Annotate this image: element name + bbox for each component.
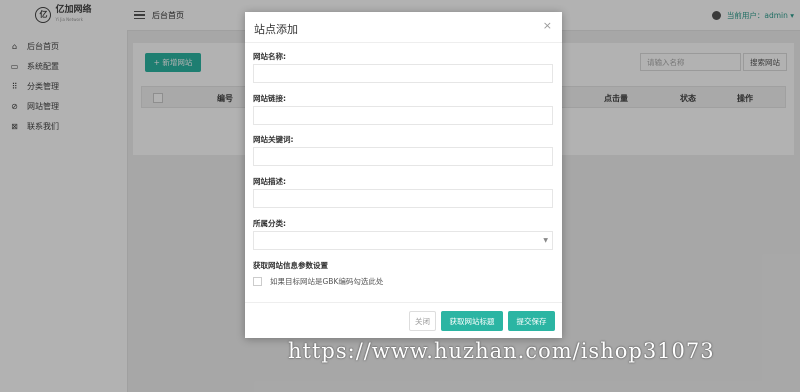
- category-label: 所属分类:: [253, 219, 286, 228]
- submit-save-button[interactable]: 提交保存: [508, 311, 555, 331]
- site-description-label: 网站描述:: [253, 177, 286, 186]
- gbk-checkbox[interactable]: [253, 277, 262, 286]
- gbk-option[interactable]: 如果目标网站是GBK编码勾选此处: [253, 276, 383, 287]
- modal-footer-divider: [245, 302, 562, 303]
- site-link-label: 网站链接:: [253, 94, 286, 103]
- category-select[interactable]: ▼: [253, 231, 553, 250]
- gbk-checkbox-label: 如果目标网站是GBK编码勾选此处: [270, 277, 384, 286]
- site-link-input[interactable]: [253, 106, 553, 125]
- caret-down-icon: ▼: [543, 237, 548, 244]
- site-description-input[interactable]: [253, 189, 553, 208]
- close-icon[interactable]: ×: [543, 19, 552, 32]
- add-site-modal: 站点添加 × 网站名称: 网站链接: 网站关键词: 网站描述: 所属分类: ▼ …: [245, 12, 562, 338]
- modal-title: 站点添加: [254, 23, 298, 36]
- watermark: https://www.huzhan.com/ishop31073: [288, 339, 715, 363]
- modal-header: 站点添加 ×: [245, 12, 562, 43]
- site-name-label: 网站名称:: [253, 52, 286, 61]
- close-button[interactable]: 关闭: [409, 311, 436, 331]
- site-keywords-input[interactable]: [253, 147, 553, 166]
- site-name-input[interactable]: [253, 64, 553, 83]
- fetch-title-button[interactable]: 获取网站标题: [441, 311, 503, 331]
- fetch-settings-title: 获取网站信息参数设置: [253, 261, 328, 270]
- site-keywords-label: 网站关键词:: [253, 135, 294, 144]
